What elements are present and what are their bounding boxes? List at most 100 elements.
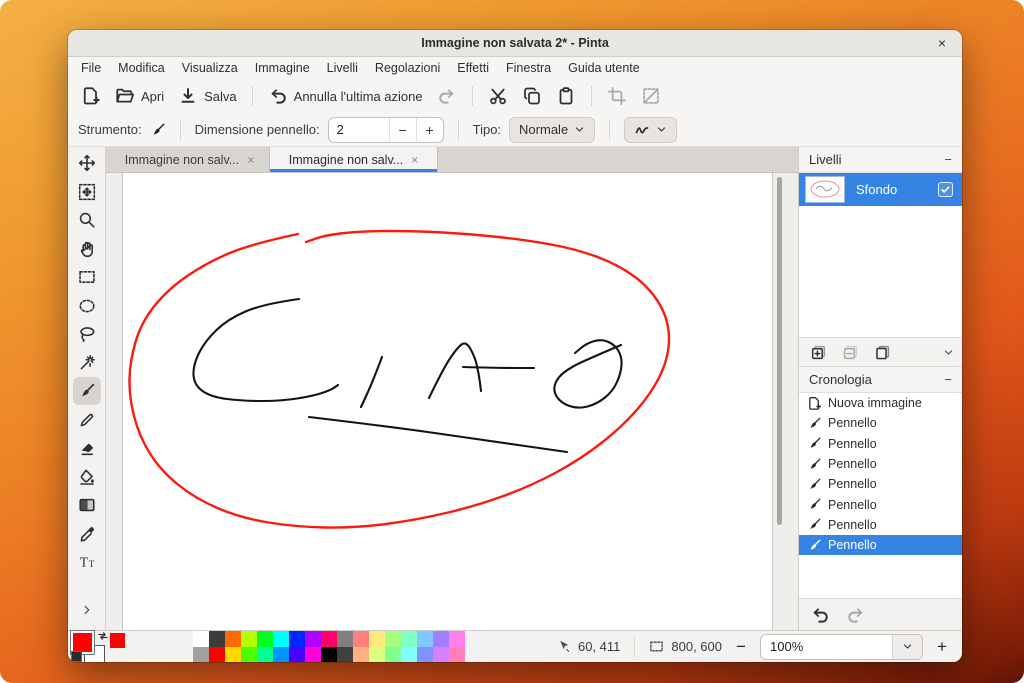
brush-size-increase-button[interactable]: + bbox=[416, 118, 443, 142]
menu-item-effetti[interactable]: Effetti bbox=[454, 60, 492, 76]
zoom-value[interactable]: 100% bbox=[761, 639, 892, 654]
line-style-dropdown[interactable] bbox=[624, 117, 677, 143]
recent-color-swatch[interactable] bbox=[110, 633, 125, 648]
remove-layer-button[interactable] bbox=[839, 341, 861, 363]
history-minimize-button[interactable]: − bbox=[944, 372, 952, 387]
palette-swatch[interactable] bbox=[305, 631, 321, 647]
zoom-out-button[interactable]: − bbox=[730, 636, 752, 658]
palette-swatch[interactable] bbox=[225, 631, 241, 647]
palette-swatch[interactable] bbox=[273, 647, 289, 662]
history-item-pennello[interactable]: Pennello bbox=[799, 535, 962, 555]
history-item-pennello[interactable]: Pennello bbox=[799, 454, 962, 474]
palette-swatch[interactable] bbox=[369, 631, 385, 647]
menu-item-guida-utente[interactable]: Guida utente bbox=[565, 60, 643, 76]
palette-swatch[interactable] bbox=[337, 631, 353, 647]
history-item-pennello[interactable]: Pennello bbox=[799, 434, 962, 454]
palette-swatch[interactable] bbox=[241, 631, 257, 647]
cut-button[interactable] bbox=[483, 82, 513, 110]
palette-swatch[interactable] bbox=[401, 631, 417, 647]
vertical-scrollbar[interactable] bbox=[777, 177, 782, 525]
reset-colors-swatch[interactable] bbox=[71, 651, 82, 662]
history-item-nuova-immagine[interactable]: Nuova immagine bbox=[799, 393, 962, 413]
palette-swatch[interactable] bbox=[321, 647, 337, 662]
history-undo-button[interactable] bbox=[809, 604, 831, 626]
new-image-button[interactable] bbox=[76, 82, 106, 110]
palette-swatch[interactable] bbox=[337, 647, 353, 662]
eraser-tool[interactable] bbox=[73, 434, 101, 462]
palette-swatch[interactable] bbox=[385, 647, 401, 662]
add-layer-button[interactable] bbox=[807, 341, 829, 363]
palette-swatch[interactable] bbox=[273, 631, 289, 647]
lasso-select-tool[interactable] bbox=[73, 320, 101, 348]
palette-swatch[interactable] bbox=[433, 647, 449, 662]
history-item-pennello[interactable]: Pennello bbox=[799, 515, 962, 535]
menu-item-modifica[interactable]: Modifica bbox=[115, 60, 168, 76]
pan-tool[interactable] bbox=[73, 235, 101, 263]
paint-bucket-tool[interactable] bbox=[73, 463, 101, 491]
copy-button[interactable] bbox=[517, 82, 547, 110]
palette-swatch[interactable] bbox=[321, 631, 337, 647]
ellipse-select-tool[interactable] bbox=[73, 292, 101, 320]
palette-swatch[interactable] bbox=[209, 647, 225, 662]
swap-colors-icon[interactable] bbox=[97, 630, 109, 642]
brush-size-value[interactable]: 2 bbox=[329, 122, 389, 137]
duplicate-layer-button[interactable] bbox=[871, 341, 893, 363]
save-button[interactable]: Salva bbox=[173, 82, 242, 110]
zoom-tool[interactable] bbox=[73, 206, 101, 234]
history-redo-button[interactable] bbox=[845, 604, 867, 626]
blend-mode-dropdown[interactable]: Normale bbox=[509, 117, 595, 143]
tab-image-1[interactable]: Immagine non salv...× bbox=[110, 147, 270, 172]
crop-button[interactable] bbox=[602, 82, 632, 110]
move-selection-tool[interactable] bbox=[73, 178, 101, 206]
palette-swatch[interactable] bbox=[193, 631, 209, 647]
paste-button[interactable] bbox=[551, 82, 581, 110]
palette-swatch[interactable] bbox=[209, 631, 225, 647]
zoom-combobox[interactable]: 100% bbox=[760, 634, 923, 660]
tab-close-icon[interactable]: × bbox=[411, 153, 418, 167]
move-tool[interactable] bbox=[73, 149, 101, 177]
tab-close-icon[interactable]: × bbox=[247, 153, 254, 167]
menu-item-immagine[interactable]: Immagine bbox=[252, 60, 313, 76]
palette-swatch[interactable] bbox=[289, 631, 305, 647]
open-button[interactable]: Apri bbox=[110, 82, 169, 110]
color-picker-tool[interactable] bbox=[73, 520, 101, 548]
palette-swatch[interactable] bbox=[353, 647, 369, 662]
paintbrush-tool[interactable] bbox=[73, 377, 101, 405]
palette-swatch[interactable] bbox=[305, 647, 321, 662]
text-tool[interactable]: TT bbox=[73, 548, 101, 576]
palette-swatch[interactable] bbox=[257, 647, 273, 662]
palette-swatch[interactable] bbox=[433, 631, 449, 647]
titlebar[interactable]: Immagine non salvata 2* - Pinta × bbox=[68, 30, 962, 57]
palette-swatch[interactable] bbox=[193, 647, 209, 662]
dock-expander-button[interactable] bbox=[73, 598, 101, 622]
palette-swatch[interactable] bbox=[369, 647, 385, 662]
zoom-dropdown-button[interactable] bbox=[892, 635, 922, 659]
rectangle-select-tool[interactable] bbox=[73, 263, 101, 291]
tab-image-2[interactable]: Immagine non salv...× bbox=[270, 147, 438, 172]
palette-swatch[interactable] bbox=[449, 631, 465, 647]
palette-swatch[interactable] bbox=[353, 631, 369, 647]
undo-button[interactable]: Annulla l'ultima azione bbox=[263, 82, 428, 110]
palette-swatch[interactable] bbox=[385, 631, 401, 647]
history-item-pennello[interactable]: Pennello bbox=[799, 413, 962, 433]
palette-swatch[interactable] bbox=[225, 647, 241, 662]
palette-swatch[interactable] bbox=[289, 647, 305, 662]
palette-swatch[interactable] bbox=[241, 647, 257, 662]
layer-row-sfondo[interactable]: Sfondo bbox=[799, 173, 962, 206]
canvas[interactable] bbox=[122, 173, 773, 630]
palette-swatch[interactable] bbox=[401, 647, 417, 662]
pencil-tool[interactable] bbox=[73, 406, 101, 434]
brush-size-decrease-button[interactable]: − bbox=[389, 118, 416, 142]
menu-item-finestra[interactable]: Finestra bbox=[503, 60, 554, 76]
menu-item-regolazioni[interactable]: Regolazioni bbox=[372, 60, 443, 76]
palette-swatch[interactable] bbox=[257, 631, 273, 647]
redo-button[interactable] bbox=[432, 82, 462, 110]
menu-item-file[interactable]: File bbox=[78, 60, 104, 76]
magic-wand-tool[interactable] bbox=[73, 349, 101, 377]
layers-minimize-button[interactable]: − bbox=[944, 152, 952, 167]
close-icon[interactable]: × bbox=[932, 33, 952, 53]
layer-menu-chevron-down-icon[interactable] bbox=[943, 347, 954, 358]
history-item-pennello[interactable]: Pennello bbox=[799, 494, 962, 514]
zoom-in-button[interactable]: + bbox=[931, 636, 953, 658]
palette-swatch[interactable] bbox=[417, 647, 433, 662]
